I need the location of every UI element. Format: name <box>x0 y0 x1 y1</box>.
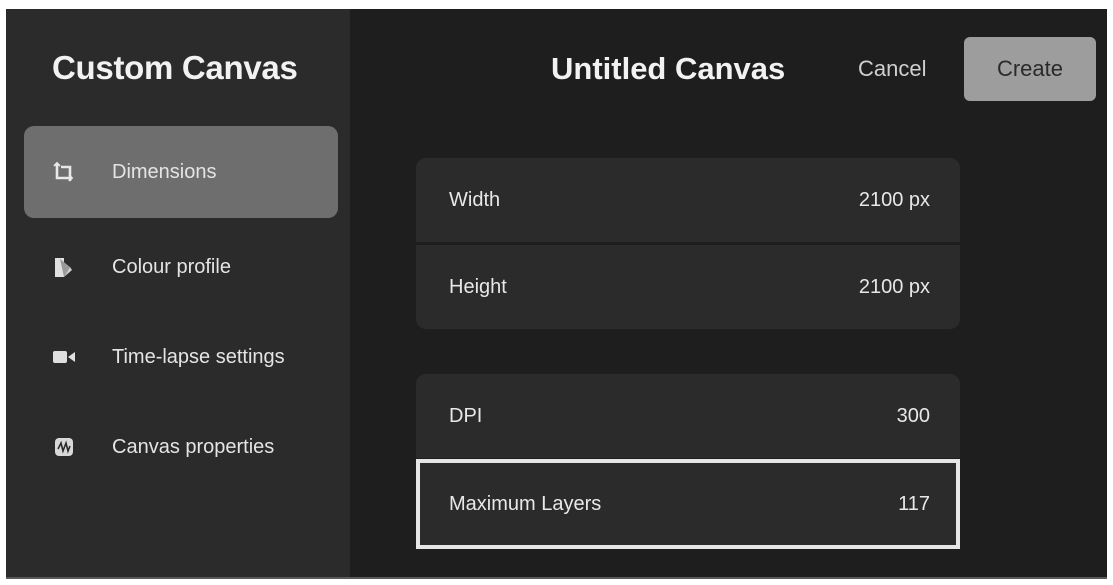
sidebar: Custom Canvas Dimensions Colour profile … <box>6 9 350 577</box>
sidebar-item-colour-profile[interactable]: Colour profile <box>24 221 338 313</box>
canvas-title: Untitled Canvas <box>551 51 786 86</box>
field-label: Maximum Layers <box>449 492 602 515</box>
waveform-card-icon <box>52 435 76 459</box>
crop-corners-icon <box>52 160 76 184</box>
sidebar-item-label: Canvas properties <box>112 436 275 458</box>
screenshot-frame: Custom Canvas Dimensions Colour profile … <box>0 0 1113 585</box>
sidebar-item-label: Dimensions <box>112 161 217 183</box>
sidebar-item-dimensions[interactable]: Dimensions <box>24 126 338 218</box>
sidebar-title: Custom Canvas <box>52 49 298 86</box>
video-camera-icon <box>52 345 76 369</box>
color-swatch-icon <box>52 255 76 279</box>
field-label: DPI <box>449 404 483 427</box>
field-value: 2100 px <box>858 275 930 298</box>
field-label: Width <box>449 188 501 211</box>
create-button[interactable]: Create <box>964 37 1096 101</box>
height-field[interactable]: Height 2100 px <box>416 245 960 329</box>
field-value: 117 <box>898 492 930 515</box>
maximum-layers-field[interactable]: Maximum Layers 117 <box>416 459 960 549</box>
sidebar-item-label: Time-lapse settings <box>112 346 285 368</box>
custom-canvas-dialog: Custom Canvas Dimensions Colour profile … <box>6 9 1107 579</box>
dpi-field[interactable]: DPI 300 <box>416 374 960 458</box>
field-value: 2100 px <box>858 188 930 211</box>
sidebar-item-time-lapse-settings[interactable]: Time-lapse settings <box>24 311 338 403</box>
width-field[interactable]: Width 2100 px <box>416 158 960 242</box>
field-value: 300 <box>896 404 930 427</box>
sidebar-item-label: Colour profile <box>112 256 231 278</box>
field-label: Height <box>449 275 507 298</box>
cancel-button[interactable]: Cancel <box>858 56 926 82</box>
sidebar-item-canvas-properties[interactable]: Canvas properties <box>24 401 338 493</box>
